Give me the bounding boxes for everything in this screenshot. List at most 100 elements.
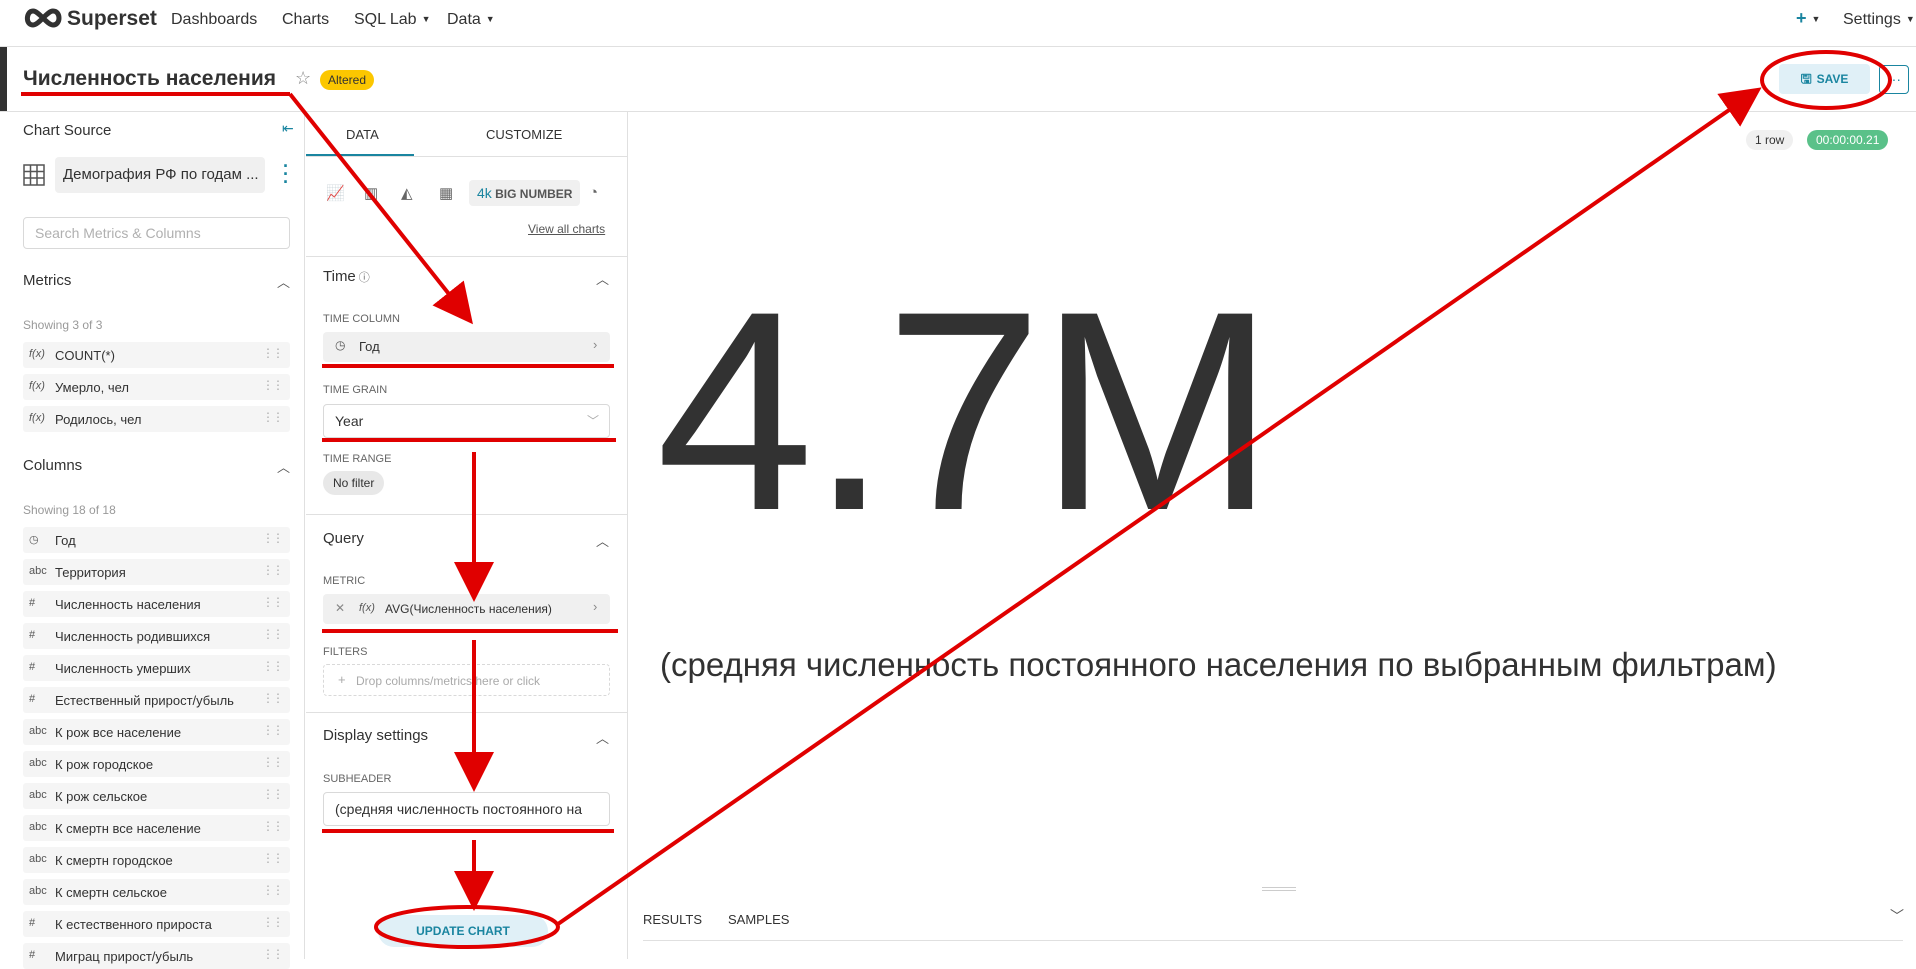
time-section-title[interactable]: Time ⓘ [323, 268, 370, 285]
column-item-label: Численность умерших [55, 661, 191, 676]
chevron-up-icon[interactable]: ︿ [596, 531, 609, 550]
star-icon[interactable]: ☆ [295, 68, 311, 89]
bar-chart-icon[interactable]: ▥ [364, 184, 378, 202]
superset-logo-icon[interactable] [22, 8, 64, 28]
clock-icon: ◷ [29, 534, 39, 546]
column-item[interactable]: # Численность умерших ⋮⋮ [23, 655, 290, 681]
column-item[interactable]: ◷ Год ⋮⋮ [23, 527, 290, 553]
column-item[interactable]: # Миграц прирост/убыль ⋮⋮ [23, 943, 290, 969]
query-section-title[interactable]: Query [323, 530, 364, 547]
nav-settings-label: Settings [1843, 11, 1901, 28]
column-item[interactable]: # К естественного прироста ⋮⋮ [23, 911, 290, 937]
tab-customize[interactable]: CUSTOMIZE [486, 127, 562, 142]
nav-data[interactable]: Data ▼ [447, 11, 495, 29]
new-plus-button[interactable]: + ▼ [1796, 8, 1820, 29]
time-range-pill[interactable]: No filter [323, 471, 385, 495]
subheader-input[interactable]: (средняя численность постоянного на [323, 792, 610, 826]
columns-section-title[interactable]: Columns [23, 457, 82, 474]
drag-grip-icon[interactable]: ⋮⋮ [262, 787, 284, 801]
chevron-up-icon[interactable]: ︿ [277, 457, 290, 476]
chevron-up-icon[interactable]: ︿ [277, 272, 290, 291]
dataset-menu-icon[interactable]: · · · [283, 157, 289, 191]
update-chart-button[interactable]: UPDATE CHART [378, 915, 548, 947]
area-chart-icon[interactable]: ◭ [401, 184, 413, 202]
drag-grip-icon[interactable]: ⋮⋮ [262, 659, 284, 673]
display-settings-title[interactable]: Display settings [323, 727, 428, 744]
collapse-panel-icon[interactable]: ⇤ [282, 120, 294, 137]
brand-name[interactable]: Superset [67, 7, 157, 31]
big-number-chip[interactable]: 4k BIG NUMBER [469, 180, 581, 206]
drag-grip-icon[interactable]: ⋮⋮ [262, 410, 284, 424]
drag-grip-icon[interactable]: ⋮⋮ [262, 563, 284, 577]
column-item-label: Численность населения [55, 597, 201, 612]
tab-results[interactable]: RESULTS [643, 912, 702, 927]
nav-sql-lab[interactable]: SQL Lab ▼ [354, 11, 430, 29]
column-item[interactable]: # Естественный прирост/убыль ⋮⋮ [23, 687, 290, 713]
drag-grip-icon[interactable]: ⋮⋮ [262, 883, 284, 897]
drag-grip-icon[interactable]: ⋮⋮ [262, 755, 284, 769]
drag-grip-icon[interactable]: ⋮⋮ [262, 723, 284, 737]
save-button[interactable]: 🖫 SAVE [1779, 64, 1870, 94]
search-metrics-input[interactable]: Search Metrics & Columns [23, 217, 290, 249]
column-item[interactable]: # Численность населения ⋮⋮ [23, 591, 290, 617]
tab-data[interactable]: DATA [346, 127, 379, 142]
string-type-icon: abc [29, 565, 47, 577]
chevron-up-icon[interactable]: ︿ [596, 728, 609, 747]
column-item[interactable]: abc К смертн все население ⋮⋮ [23, 815, 290, 841]
table-grid-icon [23, 164, 45, 186]
drag-grip-icon[interactable]: ⋮⋮ [262, 627, 284, 641]
column-item[interactable]: abc Территория ⋮⋮ [23, 559, 290, 585]
pie-chart-icon[interactable]: ◔ [589, 184, 598, 201]
time-grain-select[interactable]: Year ﹀ [323, 404, 610, 438]
chart-title[interactable]: Численность населения [23, 67, 276, 91]
caret-down-icon: ▼ [1811, 14, 1821, 24]
drag-grip-icon[interactable]: ⋮⋮ [262, 531, 284, 545]
resize-handle[interactable] [1262, 887, 1296, 891]
drag-grip-icon[interactable]: ⋮⋮ [262, 378, 284, 392]
line-chart-icon[interactable]: 📈 [326, 184, 345, 202]
column-item[interactable]: abc К смертн городское ⋮⋮ [23, 847, 290, 873]
column-item[interactable]: abc К рож все население ⋮⋮ [23, 719, 290, 745]
columns-count: Showing 18 of 18 [23, 503, 116, 517]
numeric-type-icon: # [29, 661, 36, 673]
table-chart-icon[interactable]: ▦ [439, 184, 453, 202]
metric-item[interactable]: f(x) COUNT(*) ⋮⋮ [23, 342, 290, 368]
filters-label: FILTERS [323, 646, 368, 658]
time-column-label: TIME COLUMN [323, 313, 400, 325]
drag-grip-icon[interactable]: ⋮⋮ [262, 346, 284, 360]
chevron-up-icon[interactable]: ︿ [596, 269, 609, 288]
drag-grip-icon[interactable]: ⋮⋮ [262, 819, 284, 833]
time-column-field[interactable]: ◷ Год › [323, 332, 610, 362]
plus-icon: + [338, 672, 346, 687]
metrics-section-title[interactable]: Metrics [23, 272, 71, 289]
chevron-down-icon[interactable]: ﹀ [1890, 906, 1904, 926]
drag-grip-icon[interactable]: ⋮⋮ [262, 851, 284, 865]
column-item[interactable]: abc К рож городское ⋮⋮ [23, 751, 290, 777]
string-type-icon: abc [29, 789, 47, 801]
more-options-button[interactable]: ··· [1879, 65, 1909, 94]
column-item-label: К смертн городское [55, 853, 173, 868]
datasource-panel: Chart Source ⇤ Демография РФ по годам ..… [0, 112, 305, 969]
drag-grip-icon[interactable]: ⋮⋮ [262, 915, 284, 929]
drag-grip-icon[interactable]: ⋮⋮ [262, 691, 284, 705]
tab-samples[interactable]: SAMPLES [728, 912, 789, 927]
big-number-icon: 4k [477, 185, 492, 201]
column-item[interactable]: # Численность родившихся ⋮⋮ [23, 623, 290, 649]
dataset-selector[interactable]: Демография РФ по годам ... [55, 157, 265, 193]
column-item[interactable]: abc К смертн сельское ⋮⋮ [23, 879, 290, 905]
metric-item[interactable]: f(x) Умерло, чел ⋮⋮ [23, 374, 290, 400]
nav-charts[interactable]: Charts [282, 11, 329, 29]
view-all-charts-link[interactable]: View all charts [528, 222, 605, 236]
nav-dashboards[interactable]: Dashboards [171, 11, 257, 29]
section-divider [306, 514, 627, 515]
nav-settings[interactable]: Settings ▼ [1843, 11, 1915, 29]
drag-grip-icon[interactable]: ⋮⋮ [262, 595, 284, 609]
filters-drop-zone[interactable]: + Drop columns/metrics here or click [323, 664, 610, 696]
column-item-label: К естественного прироста [55, 917, 212, 932]
nav-data-label: Data [447, 11, 481, 28]
column-item[interactable]: abc К рож сельское ⋮⋮ [23, 783, 290, 809]
remove-icon[interactable]: ✕ [335, 601, 345, 615]
metric-item[interactable]: f(x) Родилось, чел ⋮⋮ [23, 406, 290, 432]
metric-field[interactable]: ✕ f(x) AVG(Численность населения) › [323, 594, 610, 624]
results-divider [643, 940, 1903, 941]
